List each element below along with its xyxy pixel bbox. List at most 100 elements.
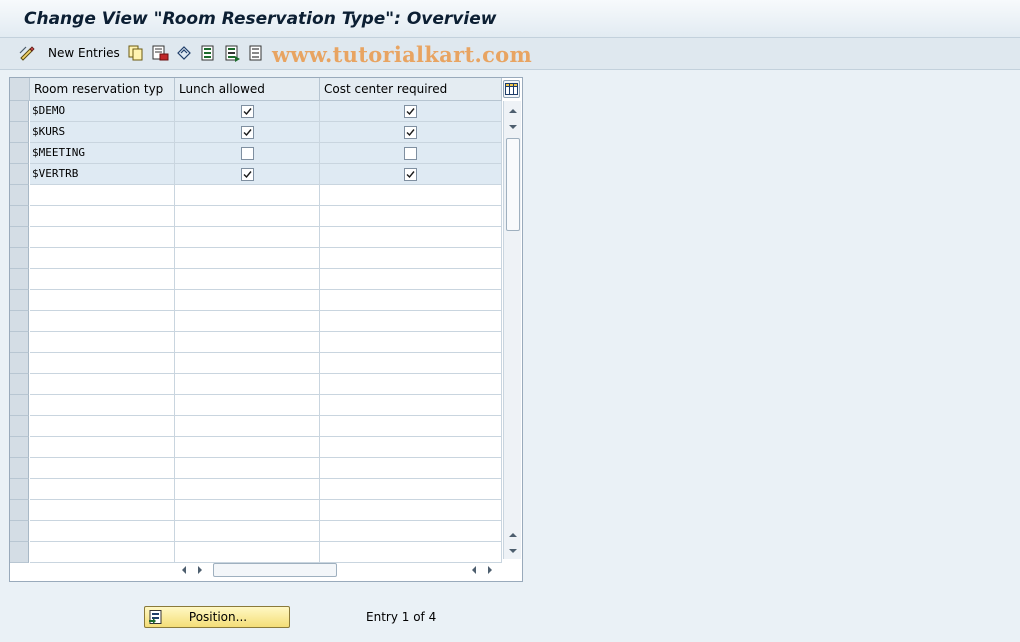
lunch-allowed-checkbox[interactable] xyxy=(241,105,254,118)
row-selector[interactable] xyxy=(10,311,29,332)
row-selector[interactable] xyxy=(10,164,29,185)
table-row[interactable] xyxy=(10,227,502,248)
cost-center-required-cell xyxy=(320,101,502,122)
row-selector[interactable] xyxy=(10,395,29,416)
row-selector[interactable] xyxy=(10,458,29,479)
row-selector[interactable] xyxy=(10,143,29,164)
row-selector[interactable] xyxy=(10,101,29,122)
display-change-button[interactable] xyxy=(18,43,36,63)
cell-room-reservation-type xyxy=(30,395,175,416)
cell-room-reservation-type xyxy=(30,416,175,437)
column-header-lunch-allowed[interactable]: Lunch allowed xyxy=(175,78,320,100)
row-selector[interactable] xyxy=(10,122,29,143)
cell-room-reservation-type xyxy=(30,353,175,374)
page-up-icon[interactable] xyxy=(507,121,519,133)
table-row[interactable] xyxy=(10,185,502,206)
column-header-cost-center-required[interactable]: Cost center required xyxy=(320,78,502,100)
table-row[interactable] xyxy=(10,458,502,479)
table-row[interactable] xyxy=(10,374,502,395)
cell-room-reservation-type xyxy=(30,311,175,332)
cell-room-reservation-type[interactable]: $VERTRB xyxy=(30,164,175,185)
lunch-allowed-checkbox[interactable] xyxy=(241,147,254,160)
row-selector[interactable] xyxy=(10,248,29,269)
row-selector[interactable] xyxy=(10,374,29,395)
cell-room-reservation-type[interactable]: $DEMO xyxy=(30,101,175,122)
row-selector[interactable] xyxy=(10,500,29,521)
table-row[interactable] xyxy=(10,521,502,542)
column-header-room-reservation-type[interactable]: Room reservation typ xyxy=(30,78,175,100)
row-selector[interactable] xyxy=(10,416,29,437)
vertical-scroll-thumb[interactable] xyxy=(506,138,520,231)
table-row[interactable] xyxy=(10,353,502,374)
table-row[interactable] xyxy=(10,395,502,416)
horizontal-scrollbar[interactable] xyxy=(175,561,502,579)
row-selector[interactable] xyxy=(10,437,29,458)
table-row[interactable]: $VERTRB xyxy=(10,164,502,185)
table-row[interactable]: $MEETING xyxy=(10,143,502,164)
table-row[interactable] xyxy=(10,206,502,227)
cost-center-required-cell xyxy=(320,311,502,332)
select-all-button[interactable] xyxy=(199,43,217,63)
title-bar: Change View "Room Reservation Type": Ove… xyxy=(0,0,1020,38)
row-selector[interactable] xyxy=(10,206,29,227)
table-row[interactable]: $DEMO xyxy=(10,101,502,122)
row-selector[interactable] xyxy=(10,353,29,374)
cost-center-required-checkbox[interactable] xyxy=(404,147,417,160)
scroll-up-icon[interactable] xyxy=(507,105,519,117)
lunch-allowed-cell xyxy=(175,458,320,479)
delete-button[interactable] xyxy=(151,43,169,63)
cost-center-required-cell xyxy=(320,206,502,227)
lunch-allowed-checkbox[interactable] xyxy=(241,126,254,139)
lunch-allowed-cell xyxy=(175,269,320,290)
table-row[interactable] xyxy=(10,290,502,311)
row-selector[interactable] xyxy=(10,332,29,353)
table-row[interactable] xyxy=(10,479,502,500)
table-row[interactable] xyxy=(10,248,502,269)
table-settings-button[interactable] xyxy=(503,80,520,98)
row-selector[interactable] xyxy=(10,479,29,500)
position-button[interactable]: Position... xyxy=(144,606,290,628)
row-selector[interactable] xyxy=(10,227,29,248)
lunch-allowed-checkbox[interactable] xyxy=(241,168,254,181)
select-all-rows-cell[interactable] xyxy=(10,78,30,100)
cell-room-reservation-type[interactable]: $KURS xyxy=(30,122,175,143)
table-row[interactable]: $KURS xyxy=(10,122,502,143)
scroll-left-icon[interactable] xyxy=(179,565,189,575)
table-row[interactable] xyxy=(10,416,502,437)
table-row[interactable] xyxy=(10,542,502,563)
table-row[interactable] xyxy=(10,500,502,521)
cost-center-required-checkbox[interactable] xyxy=(404,126,417,139)
row-selector[interactable] xyxy=(10,290,29,311)
table-row[interactable] xyxy=(10,311,502,332)
page-down-up-icon[interactable] xyxy=(507,529,519,541)
cost-center-required-checkbox[interactable] xyxy=(404,105,417,118)
table-row[interactable] xyxy=(10,332,502,353)
scroll-left-end-icon[interactable] xyxy=(469,565,479,575)
horizontal-scroll-thumb[interactable] xyxy=(213,563,337,577)
undo-change-button[interactable] xyxy=(175,43,193,63)
cell-room-reservation-type[interactable]: $MEETING xyxy=(30,143,175,164)
checkmark-icon xyxy=(243,108,252,116)
scroll-right-icon[interactable] xyxy=(195,565,205,575)
vertical-scrollbar[interactable] xyxy=(503,101,521,559)
edit-pencil-icon xyxy=(19,46,35,61)
copy-as-button[interactable] xyxy=(127,43,145,63)
table-row[interactable] xyxy=(10,437,502,458)
table-body: $DEMO $KURS $MEETING $VERTRB xyxy=(10,101,502,563)
cost-center-required-checkbox[interactable] xyxy=(404,168,417,181)
lunch-allowed-cell xyxy=(175,248,320,269)
lunch-allowed-cell xyxy=(175,122,320,143)
deselect-all-icon xyxy=(249,45,262,61)
scroll-down-icon[interactable] xyxy=(507,545,519,557)
scroll-right-end-icon[interactable] xyxy=(485,565,495,575)
select-block-button[interactable] xyxy=(223,43,241,63)
copy-icon xyxy=(128,45,143,61)
table-row[interactable] xyxy=(10,269,502,290)
row-selector[interactable] xyxy=(10,269,29,290)
row-selector[interactable] xyxy=(10,185,29,206)
deselect-all-button[interactable] xyxy=(247,43,265,63)
new-entries-button[interactable]: New Entries xyxy=(44,43,120,63)
lunch-allowed-cell xyxy=(175,332,320,353)
row-selector[interactable] xyxy=(10,542,29,563)
row-selector[interactable] xyxy=(10,521,29,542)
